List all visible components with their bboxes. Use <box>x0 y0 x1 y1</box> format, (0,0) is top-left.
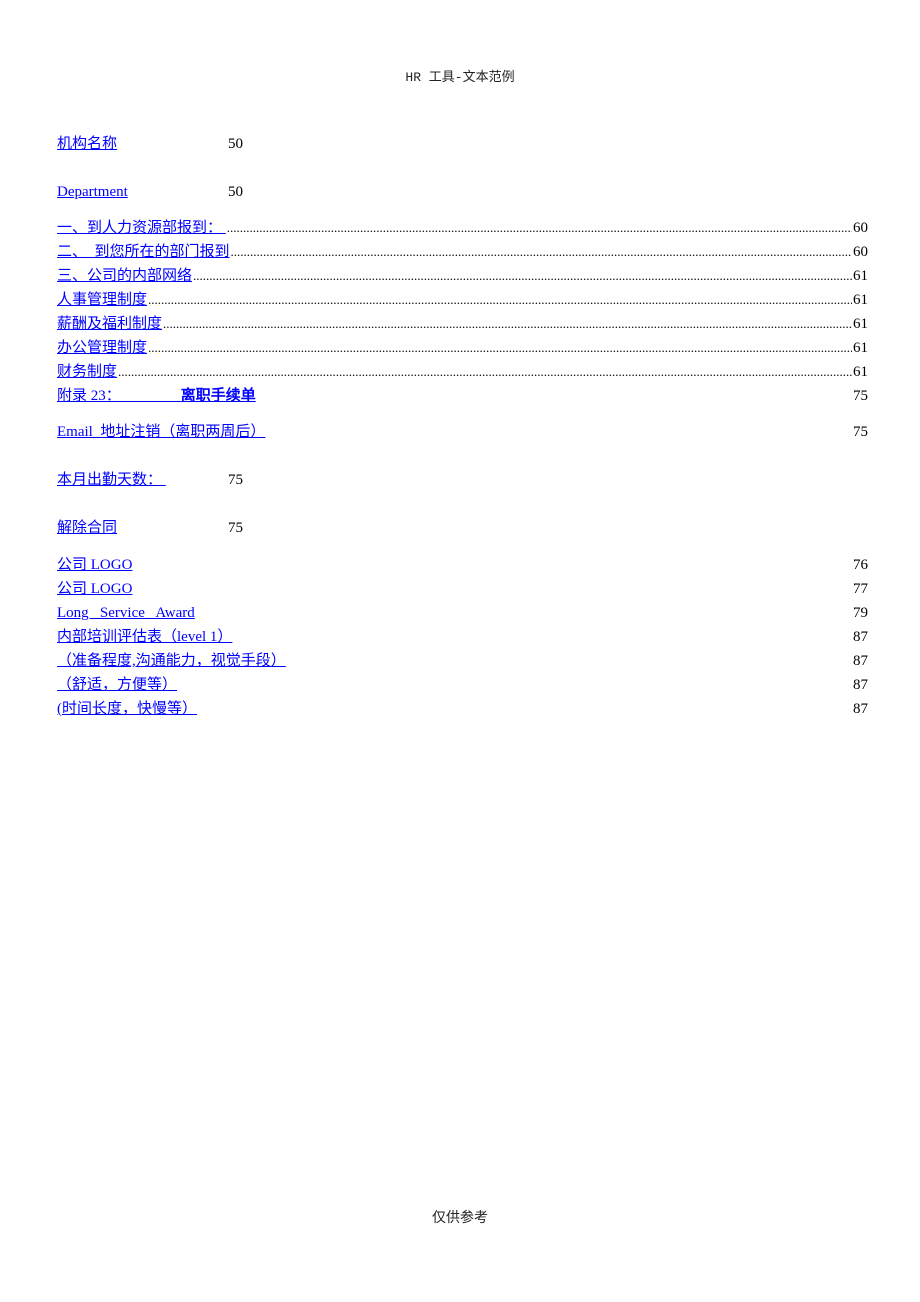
toc-entry: 解除合同 75 <box>57 517 868 539</box>
toc-entry: 内部培训评估表（level 1） 87 <box>57 626 868 648</box>
toc-page-number: 87 <box>853 677 868 693</box>
toc-entry: 二、 到您所在的部门报到 60 <box>57 241 868 263</box>
toc-page-number: 75 <box>853 424 868 440</box>
toc-page-number: 60 <box>853 244 868 260</box>
toc-page-number: 87 <box>853 701 868 717</box>
toc-link[interactable]: 办公管理制度 <box>57 337 147 359</box>
dot-leader <box>163 313 852 335</box>
toc-link[interactable]: 附录 23： 离职手续单 <box>57 385 256 407</box>
toc-link[interactable]: (时间长度，快慢等） <box>57 698 197 720</box>
toc-link[interactable]: Department <box>57 181 128 203</box>
toc-entry: 三、公司的内部网络 61 <box>57 265 868 287</box>
toc-entry: Email 地址注销（离职两周后） 75 <box>57 421 868 443</box>
toc-page-number: 50 <box>228 136 243 152</box>
toc-page-number: 61 <box>853 340 868 356</box>
toc-link[interactable]: （舒适，方便等） <box>57 674 177 696</box>
page-footer: 仅供参考 <box>432 1211 488 1226</box>
toc-page-number: 50 <box>228 184 243 200</box>
toc-entry: 人事管理制度 61 <box>57 289 868 311</box>
dot-leader <box>118 361 852 383</box>
dot-leader <box>193 265 852 287</box>
toc-entry: 财务制度 61 <box>57 361 868 383</box>
toc-page-number: 60 <box>853 220 868 236</box>
toc-entry: 公司 LOGO 76 <box>57 554 868 576</box>
toc-page-number: 77 <box>853 581 868 597</box>
toc-page-number: 76 <box>853 557 868 573</box>
toc-entry: Department 50 <box>57 181 868 203</box>
toc-page-number: 75 <box>228 472 243 488</box>
toc-link[interactable]: Long Service Award <box>57 602 195 624</box>
toc-entry: 一、到人力资源部报到： 60 <box>57 217 868 239</box>
toc-entry: （舒适，方便等） 87 <box>57 674 868 696</box>
toc-link[interactable]: 人事管理制度 <box>57 289 147 311</box>
toc-link[interactable]: 机构名称 <box>57 133 117 155</box>
toc-link[interactable]: 本月出勤天数： <box>57 469 166 491</box>
toc-link[interactable]: 财务制度 <box>57 361 117 383</box>
toc-page-number: 61 <box>853 316 868 332</box>
toc-entry: 本月出勤天数： 75 <box>57 469 868 491</box>
toc-page-number: 75 <box>853 388 868 404</box>
toc-page-number: 87 <box>853 629 868 645</box>
toc-link[interactable]: 内部培训评估表（level 1） <box>57 626 232 648</box>
toc-link-prefix: 附录 23： <box>57 388 181 404</box>
toc-link[interactable]: 公司 LOGO <box>57 554 132 576</box>
toc-entry: （准备程度,沟通能力，视觉手段） 87 <box>57 650 868 672</box>
toc-link[interactable]: Email 地址注销（离职两周后） <box>57 421 265 443</box>
toc-page-number: 61 <box>853 292 868 308</box>
toc-link[interactable]: 公司 LOGO <box>57 578 132 600</box>
toc-entry: 公司 LOGO 77 <box>57 578 868 600</box>
toc-link[interactable]: 一、到人力资源部报到： <box>57 217 226 239</box>
page-header: HR 工具-文本范例 <box>405 70 515 85</box>
toc-entry: 机构名称 50 <box>57 133 868 155</box>
toc-link[interactable]: 解除合同 <box>57 517 117 539</box>
toc-link[interactable]: 二、 到您所在的部门报到 <box>57 241 230 263</box>
dot-leader <box>148 337 852 359</box>
toc-entry: 薪酬及福利制度 61 <box>57 313 868 335</box>
toc-entry: (时间长度，快慢等） 87 <box>57 698 868 720</box>
toc-page-number: 79 <box>853 605 868 621</box>
toc-entry: 办公管理制度 61 <box>57 337 868 359</box>
toc-page-number: 61 <box>853 364 868 380</box>
toc-page-number: 75 <box>228 520 243 536</box>
toc-link[interactable]: 三、公司的内部网络 <box>57 265 192 287</box>
toc-entry: 附录 23： 离职手续单 75 <box>57 385 868 407</box>
dot-leader <box>227 217 852 239</box>
toc-page-number: 61 <box>853 268 868 284</box>
toc-page-number: 87 <box>853 653 868 669</box>
toc-link[interactable]: （准备程度,沟通能力，视觉手段） <box>57 650 286 672</box>
dot-leader <box>231 241 852 263</box>
toc-link[interactable]: 薪酬及福利制度 <box>57 313 162 335</box>
toc-link-bold: 离职手续单 <box>180 388 256 404</box>
dot-leader <box>148 289 852 311</box>
toc-entry: Long Service Award 79 <box>57 602 868 624</box>
